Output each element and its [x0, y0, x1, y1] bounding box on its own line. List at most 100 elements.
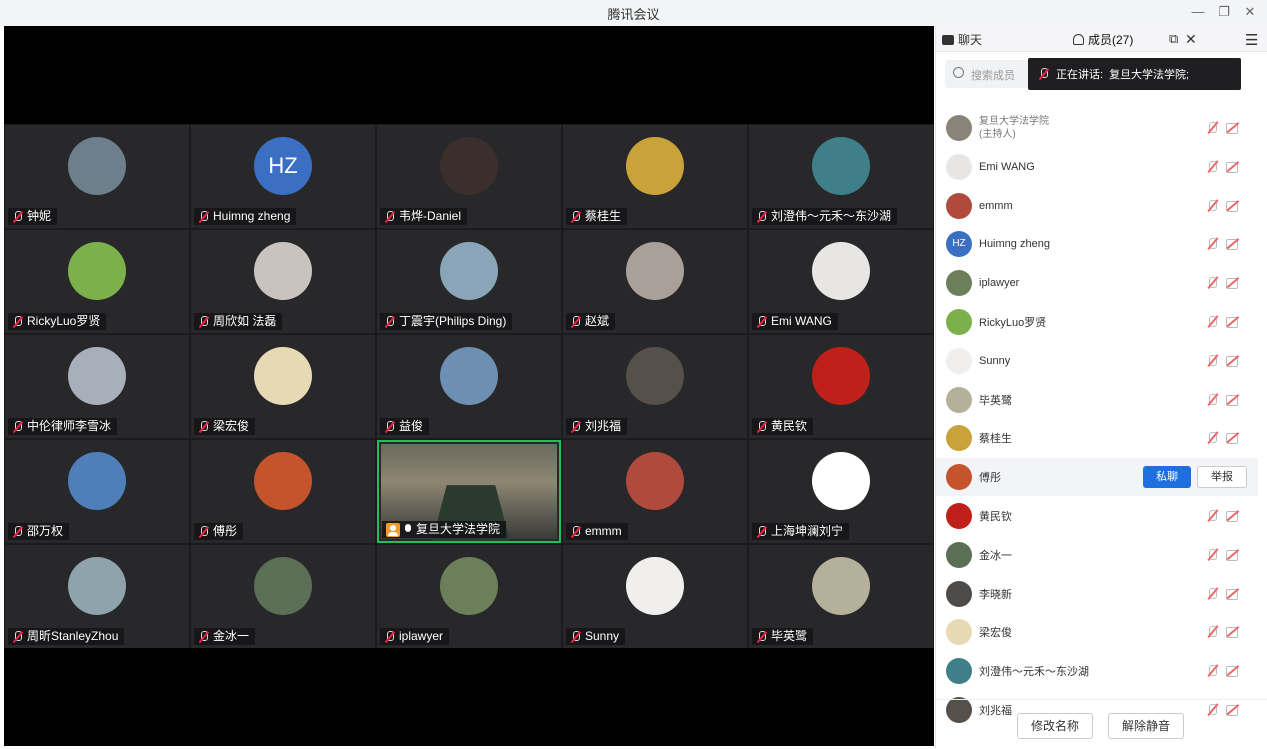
camera-off-icon[interactable]: [1226, 317, 1240, 328]
video-tile[interactable]: 黄民钦: [749, 335, 933, 438]
video-tile[interactable]: 毕英鹭: [749, 545, 933, 648]
member-avatar: [946, 464, 972, 491]
minimize-button[interactable]: —: [1189, 3, 1207, 21]
rename-button[interactable]: 修改名称: [1017, 713, 1093, 739]
participant-name: RickyLuo罗贤: [8, 313, 107, 330]
video-tile[interactable]: 钟妮: [5, 125, 189, 228]
avatar: [626, 137, 684, 195]
member-row[interactable]: 毕英鹭: [936, 381, 1258, 419]
avatar: [812, 347, 870, 405]
video-tile[interactable]: 上海坤澜刘宁: [749, 440, 933, 543]
member-row[interactable]: 李晓新: [936, 575, 1258, 613]
private-chat-button[interactable]: 私聊: [1143, 466, 1191, 489]
video-tile[interactable]: 邵万权: [5, 440, 189, 543]
mic-muted-icon[interactable]: [1206, 276, 1218, 290]
video-tile[interactable]: iplawyer: [377, 545, 561, 648]
video-tile[interactable]: 韦烨-Daniel: [377, 125, 561, 228]
video-tile[interactable]: emmm: [563, 440, 747, 543]
participant-name-text: 周欣如 法磊: [213, 314, 277, 328]
camera-off-icon[interactable]: [1226, 627, 1240, 639]
camera-off-icon[interactable]: [1226, 666, 1240, 678]
video-tile[interactable]: Emi WANG: [749, 230, 933, 333]
mic-muted-icon[interactable]: [1206, 199, 1218, 213]
menu-icon[interactable]: ☰: [1245, 31, 1258, 49]
camera-off-icon[interactable]: [1226, 239, 1240, 251]
video-tile[interactable]: 丁震宇(Philips Ding): [377, 230, 561, 333]
member-name: 刘澄伟～元禾～东沙湖: [979, 666, 1089, 679]
avatar: [68, 137, 126, 195]
member-row[interactable]: 金冰一: [936, 536, 1258, 574]
mic-muted-icon[interactable]: [1206, 354, 1218, 368]
search-icon: [953, 67, 964, 78]
video-tile[interactable]: 周欣如 法磊: [191, 230, 375, 333]
member-name: 李晓新: [979, 588, 1012, 601]
video-tile[interactable]: 中伦律师李雪冰: [5, 335, 189, 438]
camera-off-icon[interactable]: [1226, 549, 1240, 561]
video-tile[interactable]: 金冰一: [191, 545, 375, 648]
video-tile[interactable]: 赵斌: [563, 230, 747, 333]
member-row[interactable]: RickyLuo罗贤: [936, 303, 1258, 341]
mic-muted-icon[interactable]: [1206, 587, 1218, 601]
report-button[interactable]: 举报: [1197, 466, 1247, 489]
unmute-button[interactable]: 解除静音: [1108, 713, 1184, 739]
mic-muted-icon: [384, 420, 396, 433]
member-row[interactable]: iplawyer: [936, 264, 1258, 302]
tab-chat[interactable]: 聊天: [942, 31, 982, 48]
camera-off-icon[interactable]: [1226, 278, 1240, 290]
close-panel-icon[interactable]: ✕: [1185, 31, 1197, 48]
camera-off-icon[interactable]: [1226, 394, 1240, 406]
member-row[interactable]: Emi WANG: [936, 148, 1258, 186]
mic-muted-icon: [570, 315, 582, 328]
camera-off-icon[interactable]: [1226, 123, 1240, 134]
member-row[interactable]: emmm: [936, 187, 1258, 225]
member-row[interactable]: 蔡桂生: [936, 419, 1258, 457]
popout-icon[interactable]: ⧉: [1169, 31, 1178, 47]
member-row[interactable]: 刘澄伟～元禾～东沙湖: [936, 652, 1258, 690]
avatar: [254, 242, 312, 300]
mic-muted-icon: [198, 315, 210, 328]
member-row[interactable]: Sunny: [936, 342, 1258, 380]
camera-off-icon[interactable]: [1226, 511, 1240, 522]
member-row[interactable]: HZ Huimng zheng: [936, 225, 1258, 263]
mic-muted-icon[interactable]: [1206, 548, 1218, 562]
mic-muted-icon[interactable]: [1206, 664, 1218, 678]
close-button[interactable]: ✕: [1241, 3, 1259, 21]
mic-icon[interactable]: [1206, 121, 1218, 135]
panel-tabs: 聊天 成员(27) ⧉ ✕ ☰: [936, 26, 1267, 52]
member-row[interactable]: 复旦大学法学院 (主持人): [936, 109, 1258, 147]
video-tile[interactable]: 蔡桂生: [563, 125, 747, 228]
mic-muted-icon: [570, 210, 582, 223]
mic-muted-icon[interactable]: [1206, 393, 1218, 407]
video-tile[interactable]: 益俊: [377, 335, 561, 438]
member-name: RickyLuo罗贤: [979, 317, 1047, 329]
video-tile[interactable]: HZ Huimng zheng: [191, 125, 375, 228]
video-tile[interactable]: Sunny: [563, 545, 747, 648]
video-tile[interactable]: 复旦大学法学院: [377, 440, 561, 543]
camera-off-icon[interactable]: [1226, 200, 1240, 212]
mic-muted-icon[interactable]: [1206, 237, 1218, 251]
avatar: [812, 452, 870, 510]
mic-muted-icon[interactable]: [1206, 509, 1218, 523]
camera-off-icon[interactable]: [1226, 355, 1240, 367]
mic-muted-icon[interactable]: [1206, 315, 1218, 329]
member-row[interactable]: 傅彤 私聊 举报: [936, 458, 1258, 497]
mic-muted-icon[interactable]: [1206, 160, 1218, 174]
video-tile[interactable]: 傅彤: [191, 440, 375, 543]
video-tile[interactable]: 梁宏俊: [191, 335, 375, 438]
member-row[interactable]: 梁宏俊: [936, 613, 1258, 651]
video-tile[interactable]: 刘兆福: [563, 335, 747, 438]
tab-members[interactable]: 成员(27): [1073, 31, 1133, 48]
member-row[interactable]: 黄民钦: [936, 497, 1258, 535]
avatar: [626, 347, 684, 405]
participant-name: 刘兆福: [566, 418, 628, 435]
video-tile[interactable]: 刘澄伟～元禾～东沙湖: [749, 125, 933, 228]
video-tile[interactable]: RickyLuo罗贤: [5, 230, 189, 333]
restore-button[interactable]: ❐: [1215, 3, 1233, 21]
mic-muted-icon[interactable]: [1206, 625, 1218, 639]
camera-off-icon[interactable]: [1226, 433, 1240, 445]
camera-off-icon[interactable]: [1226, 588, 1240, 600]
camera-off-icon[interactable]: [1226, 161, 1240, 173]
member-avatar: [946, 503, 972, 529]
mic-muted-icon[interactable]: [1206, 431, 1218, 445]
video-tile[interactable]: 周昕StanleyZhou: [5, 545, 189, 648]
